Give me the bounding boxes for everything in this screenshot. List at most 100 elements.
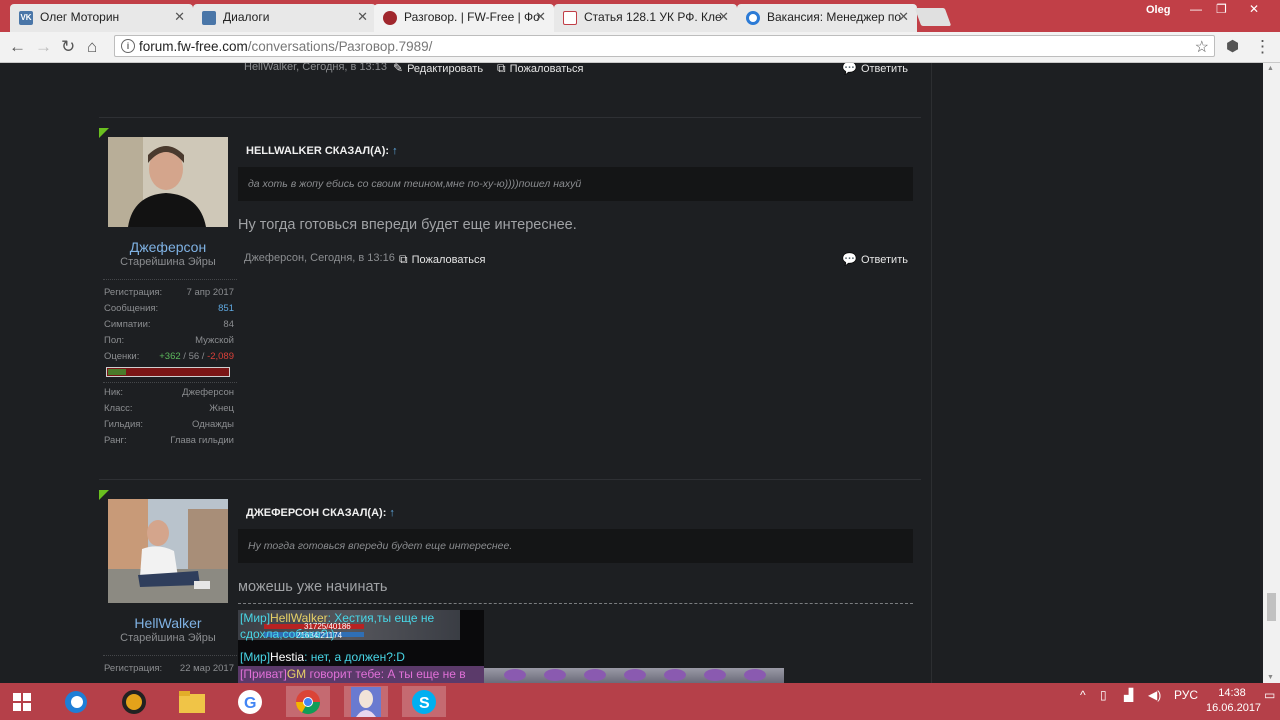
start-button[interactable] xyxy=(0,686,44,717)
tab-title: Статья 128.1 УК РФ. Кле xyxy=(584,10,722,24)
game-screenshot[interactable]: 31725/40186 21634/21174 [Мир]HellWalker:… xyxy=(238,610,484,683)
notifications-icon[interactable]: ▭ xyxy=(1264,688,1275,702)
vk-icon: VK xyxy=(19,11,33,25)
info-icon[interactable]: i xyxy=(121,39,135,53)
media-player-icon xyxy=(122,689,146,714)
reload-icon[interactable]: ↻ xyxy=(61,37,75,57)
dotted-divider xyxy=(103,382,237,383)
maximize-icon[interactable]: ❐ xyxy=(1216,2,1227,16)
svg-text:G: G xyxy=(244,695,256,712)
address-bar[interactable]: i forum.fw-free.com/conversations/Разгов… xyxy=(114,35,1215,57)
edit-button[interactable]: ✎ Редактировать xyxy=(393,63,483,75)
scroll-down-icon[interactable]: ▼ xyxy=(1267,674,1274,681)
stat-rank: Ранг: Глава гильдии xyxy=(104,435,234,446)
taskbar-app-skype[interactable]: S xyxy=(402,686,446,717)
skype-icon: S xyxy=(412,689,436,714)
username-link[interactable]: HellWalker xyxy=(93,615,243,631)
language-indicator[interactable]: РУС xyxy=(1174,688,1198,702)
post-divider xyxy=(99,117,921,118)
volume-icon[interactable]: ◀) xyxy=(1148,688,1161,702)
username-link[interactable]: Джеферсон xyxy=(93,239,243,255)
tab-title: Разговор. | FW-Free | Фо xyxy=(404,10,540,24)
browser-tab-bar: VK Олег Моторин ✕ Диалоги ✕ Разговор. | … xyxy=(0,0,1280,32)
close-icon[interactable]: ✕ xyxy=(357,9,368,25)
close-window-icon[interactable]: ✕ xyxy=(1249,2,1259,16)
arrow-up-icon[interactable]: ↑ xyxy=(389,507,395,519)
avatar[interactable] xyxy=(108,137,228,227)
windows-logo-icon xyxy=(13,692,31,711)
stat-nick: Ник: Джеферсон xyxy=(104,387,234,398)
stat-messages: Сообщения: 851 xyxy=(104,303,234,314)
url-text[interactable]: forum.fw-free.com/conversations/Разговор… xyxy=(139,39,432,54)
taskbar-app-chrome[interactable] xyxy=(286,686,330,717)
show-hidden-icons[interactable]: ^ xyxy=(1080,688,1086,702)
menu-icon[interactable]: ⋮ xyxy=(1254,37,1271,57)
report-button[interactable]: ⧉ Пожаловаться xyxy=(497,63,583,76)
user-title: Старейшина Эйры xyxy=(120,256,216,268)
stat-likes: Симпатии: 84 xyxy=(104,319,234,330)
post-meta: HellWalker, Сегодня, в 13:13 xyxy=(244,63,387,73)
taskbar-app-explorer[interactable] xyxy=(170,686,214,717)
reply-button[interactable]: 💬 Ответить xyxy=(842,252,908,266)
close-icon[interactable]: ✕ xyxy=(174,9,185,25)
taskbar-app-google[interactable]: G xyxy=(228,686,272,717)
chat-line: сдохла,собака?:) xyxy=(240,627,335,641)
forward-icon[interactable]: → xyxy=(35,37,52,57)
chat-line: [Приват]GM говорит тебе: А ты еще не в xyxy=(240,667,466,681)
ie-icon xyxy=(65,690,87,713)
taskbar-app-edge[interactable] xyxy=(54,686,98,717)
folder-icon xyxy=(179,690,205,713)
power-icon[interactable]: ▯ xyxy=(1100,688,1107,702)
clock[interactable]: 14:38 16.06.2017 xyxy=(1206,686,1261,716)
minimize-icon[interactable]: — xyxy=(1190,2,1202,16)
hh-icon xyxy=(746,11,760,25)
reply-button[interactable]: 💬 Ответить xyxy=(842,63,908,75)
taskbar-app-game[interactable] xyxy=(344,686,388,717)
report-button[interactable]: ⧉ Пожаловаться xyxy=(399,252,485,267)
speech-bubble-icon: 💬 xyxy=(842,252,857,266)
avatar-photo xyxy=(108,499,228,603)
scroll-up-icon[interactable]: ▲ xyxy=(1267,65,1274,72)
rating-bar-positive xyxy=(108,369,126,375)
tab-dialogs[interactable]: Диалоги ✕ xyxy=(193,4,376,32)
dashed-divider xyxy=(238,603,913,604)
tab-conversation[interactable]: Разговор. | FW-Free | Фо ✕ xyxy=(374,4,554,32)
message-text: можешь уже начинать xyxy=(238,579,388,595)
scrollbar[interactable]: ▲ ▼ xyxy=(1263,63,1280,683)
taskbar-app-winamp[interactable] xyxy=(112,686,156,717)
close-icon[interactable]: ✕ xyxy=(535,9,546,25)
messages-count-link[interactable]: 851 xyxy=(218,303,234,314)
chat-line: [Мир]HellWalker: Хестия,ты еще не xyxy=(240,611,435,625)
report-icon: ⧉ xyxy=(497,63,506,75)
chat-line: [Мир]Hestia: нет, а должен?:D xyxy=(240,650,405,664)
profile-name[interactable]: Oleg xyxy=(1146,4,1170,16)
google-icon: G xyxy=(238,689,262,714)
network-icon[interactable]: ▟ xyxy=(1124,688,1133,702)
tab-vk-profile[interactable]: VK Олег Моторин ✕ xyxy=(10,4,193,32)
scrollbar-thumb[interactable] xyxy=(1267,593,1276,621)
rating-bar xyxy=(106,367,230,377)
avatar[interactable] xyxy=(108,499,228,603)
stat-guild: Гильдия: Однажды xyxy=(104,419,234,430)
user-title: Старейшина Эйры xyxy=(120,632,216,644)
tab-vacancy[interactable]: Вакансия: Менеджер по ✕ xyxy=(737,4,917,32)
tab-article[interactable]: Статья 128.1 УК РФ. Кле ✕ xyxy=(554,4,737,32)
back-icon[interactable]: ← xyxy=(9,37,26,57)
game-icon xyxy=(351,686,381,717)
speech-bubble-icon: 💬 xyxy=(842,63,857,75)
chrome-icon xyxy=(296,689,320,714)
quote-header: ДЖЕФЕРСОН СКАЗАЛ(А): ↑ xyxy=(246,507,395,519)
bookmark-star-icon[interactable]: ☆ xyxy=(1195,37,1209,57)
chat-icon xyxy=(202,11,216,25)
close-icon[interactable]: ✕ xyxy=(898,9,909,25)
home-icon[interactable]: ⌂ xyxy=(87,37,97,57)
extension-icon[interactable]: ⬢ xyxy=(1226,37,1239,55)
pencil-icon: ✎ xyxy=(393,63,404,75)
stat-registration: Регистрация: 22 мар 2017 xyxy=(104,663,234,674)
close-icon[interactable]: ✕ xyxy=(718,9,729,25)
tab-title: Вакансия: Менеджер по xyxy=(767,10,902,24)
arrow-up-icon[interactable]: ↑ xyxy=(392,145,398,157)
forum-page: HellWalker, Сегодня, в 13:13 ✎ Редактиров… xyxy=(0,63,1280,683)
avatar-photo xyxy=(108,137,228,227)
new-tab-button[interactable] xyxy=(914,8,952,26)
